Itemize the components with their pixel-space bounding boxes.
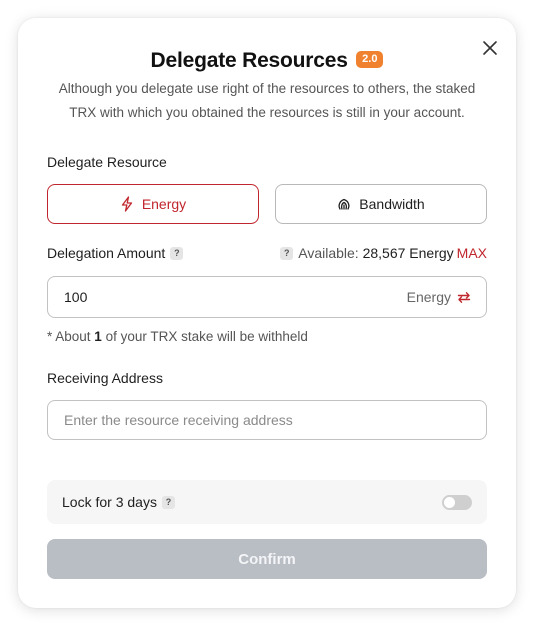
note-suffix: of your TRX stake will be withheld — [101, 329, 308, 344]
dialog-title: Delegate Resources — [150, 49, 348, 72]
receiving-address-label: Receiving Address — [47, 370, 163, 386]
help-icon[interactable]: ? — [161, 495, 175, 509]
available-label: Available: — [298, 245, 359, 261]
bandwidth-icon — [337, 197, 351, 211]
delegate-resources-dialog: Delegate Resources 2.0 Although you dele… — [18, 18, 516, 608]
bandwidth-option-button[interactable]: Bandwidth — [275, 184, 487, 224]
toggle-knob — [444, 496, 455, 508]
delegation-amount-label: Delegation Amount — [47, 245, 166, 261]
delegate-resource-label: Delegate Resource — [47, 154, 167, 170]
dialog-header: Delegate Resources 2.0 — [18, 49, 516, 77]
bandwidth-option-label: Bandwidth — [359, 196, 425, 212]
lock-label: Lock for 3 days — [62, 494, 157, 510]
note-amount: 1 — [94, 329, 102, 344]
max-button[interactable]: MAX — [457, 245, 487, 261]
help-icon[interactable]: ? — [170, 246, 184, 260]
swap-icon[interactable] — [457, 291, 471, 304]
amount-value[interactable]: 100 — [64, 289, 407, 305]
lightning-icon — [120, 196, 134, 212]
energy-option-label: Energy — [141, 196, 187, 212]
available-value: 28,567 Energy — [362, 245, 454, 261]
confirm-button[interactable]: Confirm — [47, 539, 487, 579]
lock-toggle[interactable] — [442, 494, 472, 510]
dialog-subtitle: Although you delegate use right of the r… — [58, 81, 476, 120]
amount-unit-label: Energy — [406, 289, 451, 305]
receiving-address-input[interactable] — [47, 400, 487, 440]
stake-withheld-note: * About 1 of your TRX stake will be with… — [47, 329, 308, 344]
available-balance: ? Available: 28,567 Energy MAX — [280, 245, 487, 261]
delegation-amount-label-group: Delegation Amount? — [47, 245, 184, 261]
version-badge: 2.0 — [356, 50, 384, 68]
note-prefix: * About — [47, 329, 95, 344]
delegation-amount-input[interactable]: 100 Energy — [47, 276, 487, 318]
help-icon[interactable]: ? — [280, 246, 294, 260]
lock-option-row: Lock for 3 days ? — [47, 480, 487, 524]
delegation-amount-header: Delegation Amount? ? Available: 28,567 En… — [47, 245, 487, 263]
energy-option-button[interactable]: Energy — [47, 184, 259, 224]
